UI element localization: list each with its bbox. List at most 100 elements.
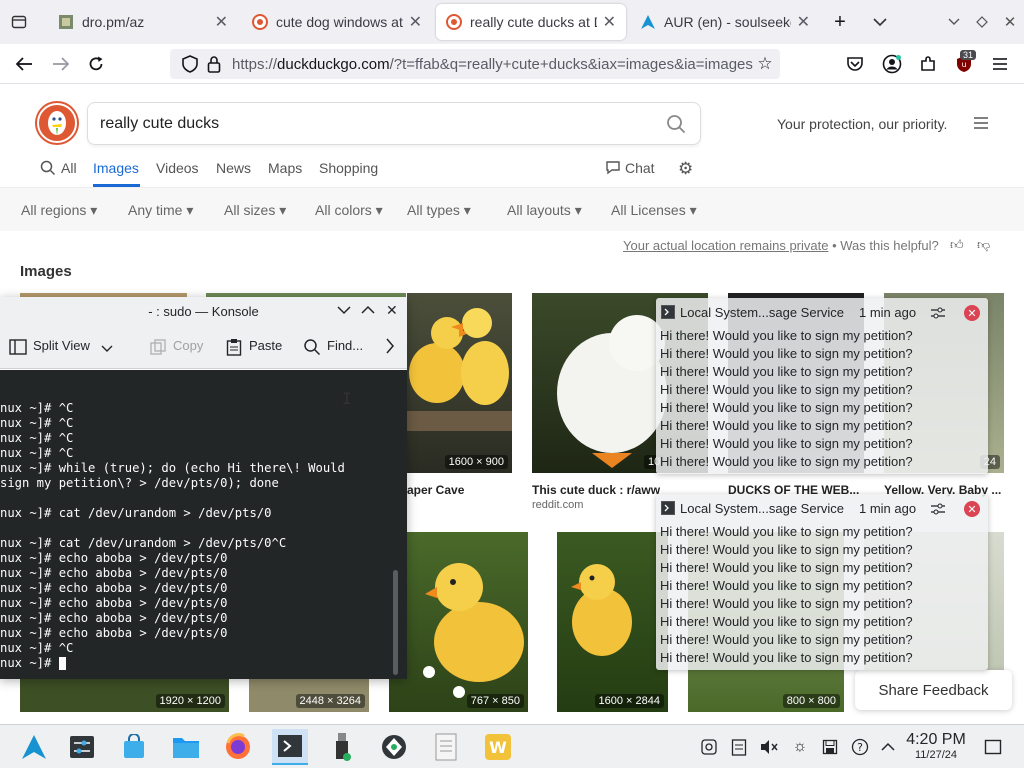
extensions-puzzle-icon[interactable] xyxy=(914,50,942,78)
location-privacy-link[interactable]: Your actual location remains private xyxy=(623,238,828,253)
image-result[interactable]: 2448 × 3264 xyxy=(249,679,369,712)
terminal-line: nux ~]# ^C xyxy=(0,641,74,655)
tab-images[interactable]: Images xyxy=(93,160,139,176)
paste-button[interactable]: Paste xyxy=(249,338,282,353)
filter-regions[interactable]: All regions ▾ xyxy=(21,202,97,219)
image-result[interactable]: 1600 × 900 xyxy=(407,293,512,473)
filter-layouts[interactable]: All layouts ▾ xyxy=(507,202,582,219)
wps-writer-icon[interactable]: W xyxy=(480,729,516,765)
tab-aur-soulseekqt[interactable]: AUR (en) - soulseekqt ✕ xyxy=(630,4,820,40)
window-maximize-icon[interactable] xyxy=(968,8,996,36)
padlock-icon[interactable] xyxy=(200,50,228,78)
close-window-icon[interactable]: ✕ xyxy=(386,302,398,319)
disk-save-icon[interactable] xyxy=(820,737,840,757)
tab-really-cute-ducks[interactable]: really cute ducks at D ✕ xyxy=(436,4,626,40)
share-feedback-button[interactable]: Share Feedback xyxy=(855,670,1012,710)
menu-icon[interactable] xyxy=(973,116,989,135)
filter-licenses[interactable]: All Licenses ▾ xyxy=(611,202,697,219)
help-icon[interactable]: ? xyxy=(850,737,870,757)
close-notification-icon[interactable]: ✕ xyxy=(964,501,980,517)
volume-muted-icon[interactable] xyxy=(759,737,779,757)
network-app-icon[interactable] xyxy=(376,729,412,765)
tab-overview-icon[interactable] xyxy=(5,8,33,36)
tab-dro-pm[interactable]: dro.pm/az ✕ xyxy=(48,4,238,40)
i-beam-cursor-icon: I xyxy=(342,389,352,408)
duckduckgo-logo[interactable] xyxy=(37,103,77,143)
close-tab-icon[interactable]: ✕ xyxy=(797,12,810,32)
address-bar[interactable]: https://duckduckgo.com/?t=ffab&q=really+… xyxy=(170,49,780,79)
konsole-title-bar[interactable]: - : sudo — Konsole ✕ xyxy=(0,297,407,325)
document-viewer-icon[interactable] xyxy=(428,729,464,765)
tab-label: cute dog windows at xyxy=(276,14,403,30)
show-hidden-tray-chevron-icon[interactable] xyxy=(878,737,898,757)
copy-icon xyxy=(150,339,166,358)
maximize-chevron-icon[interactable] xyxy=(361,303,375,318)
tab-shopping[interactable]: Shopping xyxy=(319,160,378,176)
notification-line: Hi there! Would you like to sign my peti… xyxy=(660,614,913,629)
forward-arrow-icon[interactable] xyxy=(47,50,75,78)
search-input[interactable]: really cute ducks xyxy=(87,102,701,145)
find-button[interactable]: Find... xyxy=(327,338,363,353)
reload-icon[interactable] xyxy=(82,50,110,78)
terminal-scrollbar[interactable] xyxy=(393,570,398,675)
usb-tool-icon[interactable] xyxy=(324,729,360,765)
close-tab-icon[interactable]: ✕ xyxy=(603,12,616,32)
tab-maps[interactable]: Maps xyxy=(268,160,302,176)
notification-popup[interactable]: Local System...sage Service 1 min ago ✕ … xyxy=(656,298,988,474)
copy-button[interactable]: Copy xyxy=(173,338,203,353)
filter-types[interactable]: All types ▾ xyxy=(407,202,471,219)
show-desktop-icon[interactable] xyxy=(983,737,1003,757)
terminal-line: nux ~]# echo aboba > /dev/pts/0 xyxy=(0,626,228,640)
settings-gear-icon[interactable]: ⚙ xyxy=(678,159,693,179)
tab-cute-dog[interactable]: cute dog windows at ✕ xyxy=(242,4,432,40)
image-caption[interactable]: aper Cave xyxy=(407,483,464,497)
account-avatar-icon[interactable] xyxy=(878,50,906,78)
chevron-down-icon[interactable] xyxy=(101,341,113,356)
filter-time[interactable]: Any time ▾ xyxy=(128,202,193,219)
firefox-icon[interactable] xyxy=(220,729,256,765)
system-settings-icon[interactable] xyxy=(64,729,100,765)
split-view-button[interactable]: Split View xyxy=(33,338,90,353)
window-close-icon[interactable]: ✕ xyxy=(996,8,1024,36)
thumbs-up-icon[interactable]: 👍︎ xyxy=(950,237,964,253)
arch-launcher-icon[interactable] xyxy=(16,729,52,765)
bookmark-star-icon[interactable]: ☆ xyxy=(751,50,779,78)
filter-label: All Licenses xyxy=(611,202,686,218)
thumbs-down-icon[interactable]: 👎︎ xyxy=(977,237,990,253)
minimize-chevron-icon[interactable] xyxy=(337,303,351,318)
tab-all[interactable]: All xyxy=(61,160,77,176)
image-source[interactable]: reddit.com xyxy=(532,499,583,511)
image-caption[interactable]: This cute duck : r/aww xyxy=(532,483,660,497)
tab-list-chevron-icon[interactable] xyxy=(866,8,894,36)
clipboard-tray-icon[interactable] xyxy=(699,737,719,757)
file-manager-folder-icon[interactable] xyxy=(168,729,204,765)
close-notification-icon[interactable]: ✕ xyxy=(964,305,980,321)
new-tab-plus-icon[interactable]: + xyxy=(826,8,854,36)
image-result[interactable]: 1920 × 1200 xyxy=(20,679,229,712)
notification-settings-icon[interactable] xyxy=(930,501,946,520)
konsole-taskbar-icon[interactable] xyxy=(272,729,308,765)
pocket-icon[interactable] xyxy=(841,50,869,78)
close-tab-icon[interactable]: ✕ xyxy=(409,12,422,32)
tab-news[interactable]: News xyxy=(216,160,251,176)
image-result[interactable]: 1600 × 2844 xyxy=(557,532,668,712)
back-arrow-icon[interactable] xyxy=(10,50,38,78)
tab-videos[interactable]: Videos xyxy=(156,160,199,176)
software-store-icon[interactable] xyxy=(116,729,152,765)
brightness-icon[interactable]: ☼ xyxy=(790,737,810,757)
notification-popup[interactable]: Local System...sage Service 1 min ago ✕ … xyxy=(656,494,988,670)
close-tab-icon[interactable]: ✕ xyxy=(215,12,228,32)
terminal-output[interactable]: nux ~]# ^C nux ~]# ^C nux ~]# ^C nux ~]#… xyxy=(0,370,407,679)
filter-sizes[interactable]: All sizes ▾ xyxy=(224,202,286,219)
chevron-right-icon[interactable] xyxy=(385,338,395,357)
image-result[interactable]: 767 × 850 xyxy=(389,532,528,712)
hamburger-menu-icon[interactable] xyxy=(986,50,1014,78)
images-heading: Images xyxy=(20,263,72,280)
tab-chat[interactable]: Chat xyxy=(625,160,655,176)
clock[interactable]: 4:20 PM 11/27/24 xyxy=(902,731,970,761)
search-icon[interactable] xyxy=(666,114,686,139)
notification-settings-icon[interactable] xyxy=(930,305,946,324)
notes-tray-icon[interactable] xyxy=(729,737,749,757)
filter-colors[interactable]: All colors ▾ xyxy=(315,202,383,219)
window-minimize-icon[interactable] xyxy=(940,8,968,36)
